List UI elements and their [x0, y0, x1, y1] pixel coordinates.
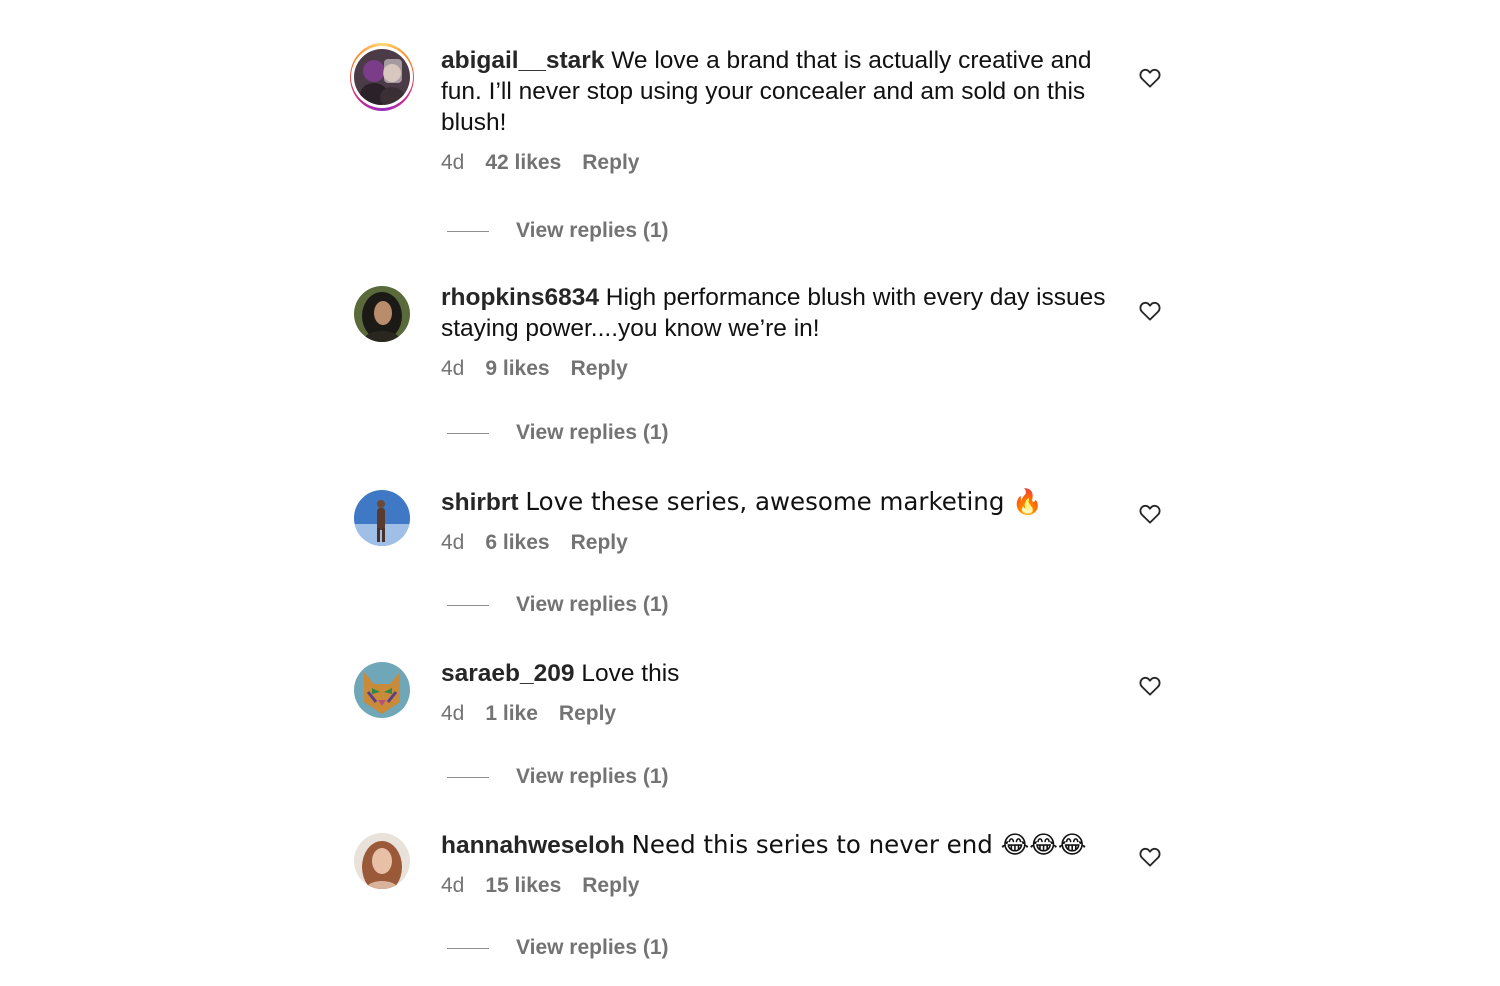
comment-meta: 4d 15 likes Reply [441, 872, 1111, 900]
comment-text: saraeb_209 Love this [441, 658, 1111, 689]
comment-age: 4d [441, 357, 465, 380]
comment-likes[interactable]: 9 likes [485, 355, 549, 383]
comment-likes[interactable]: 42 likes [485, 149, 561, 177]
replies-divider [447, 947, 489, 949]
heart-outline-icon[interactable] [1139, 847, 1161, 867]
reply-button[interactable]: Reply [582, 872, 639, 900]
avatar-image [354, 662, 410, 718]
view-replies-label: View replies (1) [516, 421, 669, 444]
reply-button[interactable]: Reply [571, 355, 628, 383]
comment-text: shirbrt Love these series, awesome marke… [441, 486, 1111, 518]
view-replies-label: View replies (1) [516, 593, 669, 616]
reply-button[interactable]: Reply [582, 149, 639, 177]
avatar-image [354, 833, 410, 889]
comment-age: 4d [441, 874, 465, 897]
view-replies-label: View replies (1) [516, 936, 669, 959]
comment-meta: 4d 9 likes Reply [441, 355, 1111, 383]
view-replies-button[interactable]: View replies (1) [447, 936, 669, 960]
comment-age: 4d [441, 151, 465, 174]
comment-meta: 4d 42 likes Reply [441, 149, 1111, 177]
comment-meta: 4d 1 like Reply [441, 700, 1111, 728]
heart-outline-icon[interactable] [1139, 676, 1161, 696]
heart-outline-icon[interactable] [1139, 504, 1161, 524]
comment-meta: 4d 6 likes Reply [441, 529, 1111, 557]
view-replies-button[interactable]: View replies (1) [447, 421, 669, 445]
comment-text: abigail__stark We love a brand that is a… [441, 45, 1111, 138]
view-replies-label: View replies (1) [516, 765, 669, 788]
story-ring [350, 43, 414, 111]
comment-username[interactable]: rhopkins6834 [441, 284, 599, 311]
view-replies-button[interactable]: View replies (1) [447, 765, 669, 789]
comment-likes[interactable]: 1 like [485, 700, 538, 728]
heart-outline-icon[interactable] [1139, 68, 1161, 88]
avatar[interactable] [350, 282, 414, 346]
avatar-image [354, 286, 410, 342]
comment-username[interactable]: saraeb_209 [441, 660, 575, 687]
comment-likes[interactable]: 6 likes [485, 529, 549, 557]
view-replies-label: View replies (1) [516, 219, 669, 242]
avatar-image [354, 49, 410, 105]
view-replies-button[interactable]: View replies (1) [447, 219, 669, 243]
avatar[interactable] [350, 43, 414, 111]
comment-age: 4d [441, 531, 465, 554]
comment-text: rhopkins6834 High performance blush with… [441, 282, 1111, 344]
comment-text: hannahweseloh Need this series to never … [441, 829, 1111, 861]
comment-body: Need this series to never end 😂😂😂 [631, 830, 1087, 859]
comment-username[interactable]: hannahweseloh [441, 832, 625, 859]
comment-body: Love these series, awesome marketing 🔥 [525, 487, 1043, 516]
avatar[interactable] [350, 829, 414, 893]
replies-divider [447, 230, 489, 232]
comment-body: Love this [581, 660, 680, 687]
replies-divider [447, 432, 489, 434]
avatar[interactable] [350, 658, 414, 722]
heart-outline-icon[interactable] [1139, 301, 1161, 321]
comment-username[interactable]: abigail__stark [441, 47, 604, 74]
comment-likes[interactable]: 15 likes [485, 872, 561, 900]
reply-button[interactable]: Reply [559, 700, 616, 728]
view-replies-button[interactable]: View replies (1) [447, 593, 669, 617]
reply-button[interactable]: Reply [571, 529, 628, 557]
avatar-image [354, 490, 410, 546]
comment-age: 4d [441, 702, 465, 725]
replies-divider [447, 776, 489, 778]
comment-username[interactable]: shirbrt [441, 489, 519, 516]
replies-divider [447, 604, 489, 606]
avatar[interactable] [350, 486, 414, 550]
